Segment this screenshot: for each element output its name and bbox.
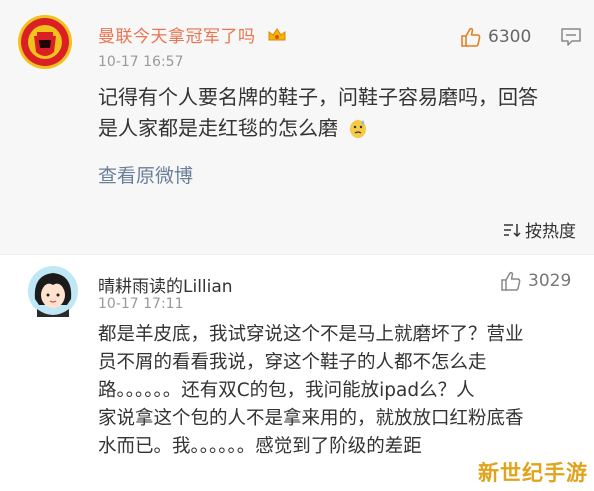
post-text-line: 是人家都是走红毯的怎么磨	[98, 116, 338, 140]
site-watermark: 新世纪手游	[478, 461, 588, 485]
post-text-line-2: 是人家都是走红毯的怎么磨	[98, 113, 588, 148]
commenter-avatar[interactable]	[27, 265, 79, 317]
post-body: 记得有个人要名牌的鞋子，问鞋子容易磨吗，回答 是人家都是走红毯的怎么磨	[98, 82, 588, 148]
sort-by-hot-button[interactable]: 按热度	[503, 217, 576, 242]
comment-button[interactable]	[560, 27, 582, 51]
comment-text-line: 员不屑的看看我说，穿这个鞋子的人都不怎么走	[98, 352, 487, 373]
comment-text-line: 都是羊皮底，我试穿说这个不是马上就磨坏了？营业	[98, 324, 524, 345]
cartoon-girl-avatar-icon	[28, 266, 78, 317]
post-text-line: 记得有个人要名牌的鞋子，问鞋子容易磨吗，回答	[98, 85, 538, 109]
thumbs-up-icon	[501, 271, 521, 291]
view-original-link[interactable]: 查看原微博	[98, 161, 193, 188]
crown-badge-icon	[267, 27, 287, 48]
post-timestamp: 10-17 16:57	[98, 54, 184, 70]
sort-label[interactable]: 按热度	[525, 217, 576, 242]
sweat-emoji-icon	[348, 117, 368, 148]
commenter-name[interactable]: 晴耕雨读的Lillian	[98, 272, 233, 297]
post-like-count: 6300	[488, 27, 532, 47]
post-like-button[interactable]: 6300	[460, 26, 531, 48]
club-crest-icon	[18, 15, 72, 69]
comment-like-count: 3029	[528, 271, 572, 291]
sort-icon	[504, 223, 521, 237]
post-author-name[interactable]: 曼联今天拿冠军了吗	[98, 22, 287, 48]
author-avatar[interactable]	[17, 14, 73, 70]
comment-text-line: 家说拿这个包的人不是拿来用的，就放放口红粉底香	[98, 408, 524, 429]
comment-text-line: 路。。。。。。还有双C的包，我问能放ipad么？人	[98, 380, 475, 401]
comment-timestamp: 10-17 17:11	[98, 296, 184, 312]
comment-icon	[561, 28, 581, 46]
thumbs-up-icon	[461, 27, 481, 47]
comment-body: 都是羊皮底，我试穿说这个不是马上就磨坏了？营业 员不屑的看看我说，穿这个鞋子的人…	[98, 321, 570, 461]
comment-like-button[interactable]: 3029	[500, 270, 571, 292]
author-name-text[interactable]: 曼联今天拿冠军了吗	[98, 27, 256, 47]
